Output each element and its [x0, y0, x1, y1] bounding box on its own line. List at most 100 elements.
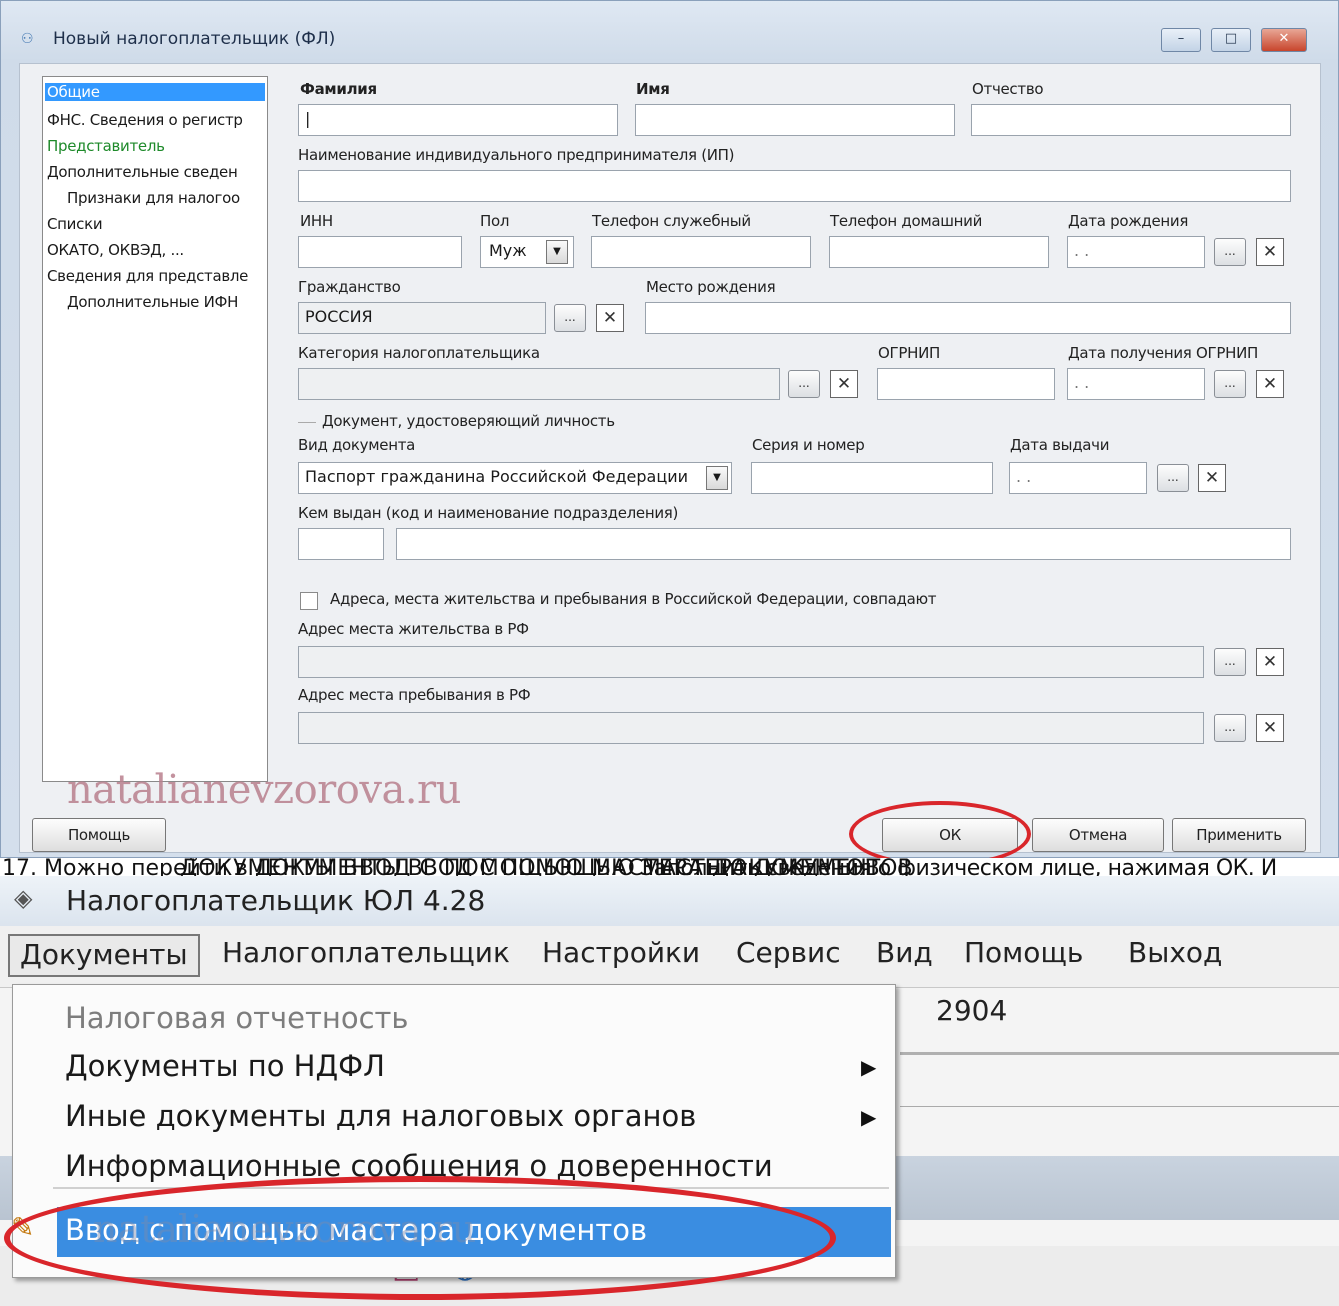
home-phone-label: Телефон домашний: [830, 212, 983, 230]
birth-date-picker-button[interactable]: ...: [1214, 238, 1246, 266]
doc-type-dropdown-arrow-icon[interactable]: ▼: [706, 466, 728, 490]
maximize-button[interactable]: □: [1211, 28, 1251, 52]
ogrnip-date-picker-button[interactable]: ...: [1214, 370, 1246, 398]
sex-dropdown-arrow-icon[interactable]: ▼: [546, 240, 568, 264]
help-button[interactable]: Помощь: [32, 818, 166, 852]
birth-date-clear-button[interactable]: ✕: [1256, 238, 1284, 266]
category-field[interactable]: [298, 368, 780, 400]
patronymic-label: Отчество: [972, 80, 1044, 98]
app-logo-icon: ◈: [14, 884, 33, 912]
stay-address-field[interactable]: [298, 712, 1204, 744]
dialog-title: Новый налогоплательщик (ФЛ): [53, 29, 336, 49]
submenu-arrow-icon: ▶: [861, 1105, 877, 1129]
tree-item-representative[interactable]: Представитель: [47, 137, 165, 155]
menu-item-ndfl-documents[interactable]: Документы по НДФЛ: [65, 1049, 385, 1083]
workspace-divider: [900, 1052, 1339, 1055]
close-button[interactable]: ✕: [1261, 28, 1307, 52]
tree-item-lists[interactable]: Списки: [47, 215, 102, 233]
ogrnip-date-label: Дата получения ОГРНИП: [1068, 344, 1258, 362]
ogrnip-date-clear-button[interactable]: ✕: [1256, 370, 1284, 398]
section-tree: Общие ФНС. Сведения о регистр Представит…: [42, 76, 268, 782]
wizard-highlight-ring: [4, 1176, 836, 1300]
tree-item-okato-okved[interactable]: ОКАТО, ОКВЭД, ...: [47, 241, 184, 259]
birth-date-label: Дата рождения: [1068, 212, 1189, 230]
citizenship-clear-button[interactable]: ✕: [596, 304, 624, 332]
taxpayer-app-window: ◈ Налогоплательщик ЮЛ 4.28 Документы Нал…: [0, 876, 1339, 1306]
residence-address-select-button[interactable]: ...: [1214, 648, 1246, 676]
doc-series-label: Серия и номер: [752, 436, 865, 454]
menu-view[interactable]: Вид: [876, 936, 933, 969]
issued-by-code-field[interactable]: [298, 528, 384, 560]
menu-bar: Документы Налогоплательщик Настройки Сер…: [0, 926, 1339, 988]
menu-settings[interactable]: Настройки: [542, 936, 700, 969]
tree-item-tax-signs[interactable]: Признаки для налогоо: [67, 189, 240, 207]
category-clear-button[interactable]: ✕: [830, 370, 858, 398]
work-phone-field[interactable]: [591, 236, 811, 268]
home-phone-field[interactable]: [829, 236, 1049, 268]
surname-field[interactable]: |: [298, 104, 618, 136]
citizenship-select-button[interactable]: ...: [554, 304, 586, 332]
tree-item-additional-ifns[interactable]: Дополнительные ИФН: [67, 293, 238, 311]
ip-name-label: Наименование индивидуального предпринима…: [298, 146, 735, 164]
doc-issue-date-label: Дата выдачи: [1010, 436, 1110, 454]
work-phone-label: Телефон служебный: [592, 212, 751, 230]
dialog-title-bar[interactable]: ⚇ Новый налогоплательщик (ФЛ) – □ ✕: [1, 1, 1338, 71]
birth-place-field[interactable]: [645, 302, 1291, 334]
doc-type-select[interactable]: Паспорт гражданина Российской Федерации: [298, 462, 732, 494]
inspection-code: 2904: [936, 994, 1008, 1027]
app-title-bar[interactable]: ◈ Налогоплательщик ЮЛ 4.28: [0, 876, 1339, 926]
menu-service[interactable]: Сервис: [736, 936, 841, 969]
menu-item-other-documents[interactable]: Иные документы для налоговых органов: [65, 1099, 696, 1133]
category-select-button[interactable]: ...: [788, 370, 820, 398]
stay-address-clear-button[interactable]: ✕: [1256, 714, 1284, 742]
addresses-match-label: Адреса, места жительства и пребывания в …: [330, 590, 937, 608]
workspace-divider: [900, 1106, 1339, 1107]
apply-button[interactable]: Применить: [1172, 818, 1306, 852]
category-label: Категория налогоплательщика: [298, 344, 540, 362]
minimize-button[interactable]: –: [1161, 28, 1201, 52]
residence-address-label: Адрес места жительства в РФ: [298, 620, 529, 638]
group-divider: [298, 422, 316, 423]
doc-issue-date-field[interactable]: . .: [1009, 462, 1147, 494]
stay-address-select-button[interactable]: ...: [1214, 714, 1246, 742]
residence-address-clear-button[interactable]: ✕: [1256, 648, 1284, 676]
menu-taxpayer[interactable]: Налогоплательщик: [222, 936, 510, 969]
citizenship-field[interactable]: РОССИЯ: [298, 302, 546, 334]
cancel-button[interactable]: Отмена: [1032, 818, 1164, 852]
menu-help[interactable]: Помощь: [964, 936, 1083, 969]
ogrnip-field[interactable]: [877, 368, 1055, 400]
submenu-arrow-icon: ▶: [861, 1055, 877, 1079]
tree-item-fns-registration[interactable]: ФНС. Сведения о регистр: [47, 111, 243, 129]
issued-by-name-field[interactable]: [396, 528, 1291, 560]
inn-field[interactable]: [298, 236, 462, 268]
ogrnip-date-field[interactable]: . .: [1067, 368, 1205, 400]
menu-exit[interactable]: Выход: [1128, 936, 1222, 969]
ogrnip-label: ОГРНИП: [878, 344, 940, 362]
identity-doc-group-label: Документ, удостоверяющий личность: [322, 412, 615, 430]
ip-name-field[interactable]: [298, 170, 1291, 202]
people-icon: ⚇: [21, 31, 34, 47]
birth-place-label: Место рождения: [646, 278, 776, 296]
name-field[interactable]: [635, 104, 955, 136]
stay-address-label: Адрес места пребывания в РФ: [298, 686, 531, 704]
doc-type-label: Вид документа: [298, 436, 416, 454]
menu-item-tax-reporting: Налоговая отчетность: [65, 1001, 409, 1035]
doc-series-field[interactable]: [751, 462, 993, 494]
dialog-client-area: Общие ФНС. Сведения о регистр Представит…: [19, 63, 1321, 853]
doc-issue-date-clear-button[interactable]: ✕: [1198, 464, 1226, 492]
birth-date-field[interactable]: . .: [1067, 236, 1205, 268]
patronymic-field[interactable]: [971, 104, 1291, 136]
tree-item-additional-info[interactable]: Дополнительные сведен: [47, 163, 238, 181]
addresses-match-checkbox[interactable]: [300, 592, 318, 610]
tree-item-representation-info[interactable]: Сведения для представле: [47, 267, 248, 285]
app-title: Налогоплательщик ЮЛ 4.28: [66, 884, 486, 917]
inn-label: ИНН: [300, 212, 333, 230]
residence-address-field[interactable]: [298, 646, 1204, 678]
menu-documents[interactable]: Документы: [8, 934, 200, 977]
name-label: Имя: [636, 80, 670, 98]
doc-issue-date-picker-button[interactable]: ...: [1157, 464, 1189, 492]
sex-label: Пол: [480, 212, 510, 230]
tree-item-general[interactable]: Общие: [45, 83, 265, 101]
issued-by-label: Кем выдан (код и наименование подразделе…: [298, 504, 679, 522]
new-taxpayer-dialog: ⚇ Новый налогоплательщик (ФЛ) – □ ✕ Общи…: [0, 0, 1339, 867]
